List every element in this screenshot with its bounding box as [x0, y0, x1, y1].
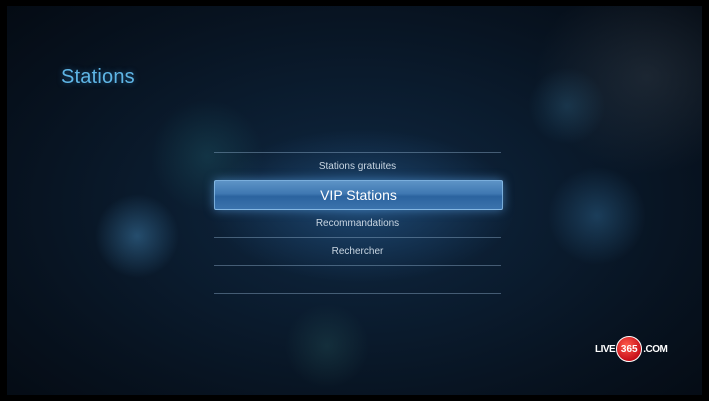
- media-player-screen: Stations Stations gratuites VIP Stations…: [7, 6, 702, 395]
- menu-item-recommandations[interactable]: Recommandations: [214, 210, 501, 236]
- menu-item-vip-stations[interactable]: VIP Stations: [214, 180, 503, 210]
- page-title: Stations: [61, 66, 135, 88]
- menu-divider: [214, 265, 501, 266]
- logo-number-badge: 365: [616, 336, 643, 362]
- logo-suffix: .COM: [643, 343, 668, 355]
- menu-item-stations-gratuites[interactable]: Stations gratuites: [214, 153, 501, 179]
- menu-item-rechercher[interactable]: Rechercher: [214, 238, 501, 264]
- logo-prefix: LIVE: [595, 343, 616, 355]
- menu-divider: [214, 293, 501, 294]
- live365-logo: LIVE 365 .COM: [595, 336, 691, 362]
